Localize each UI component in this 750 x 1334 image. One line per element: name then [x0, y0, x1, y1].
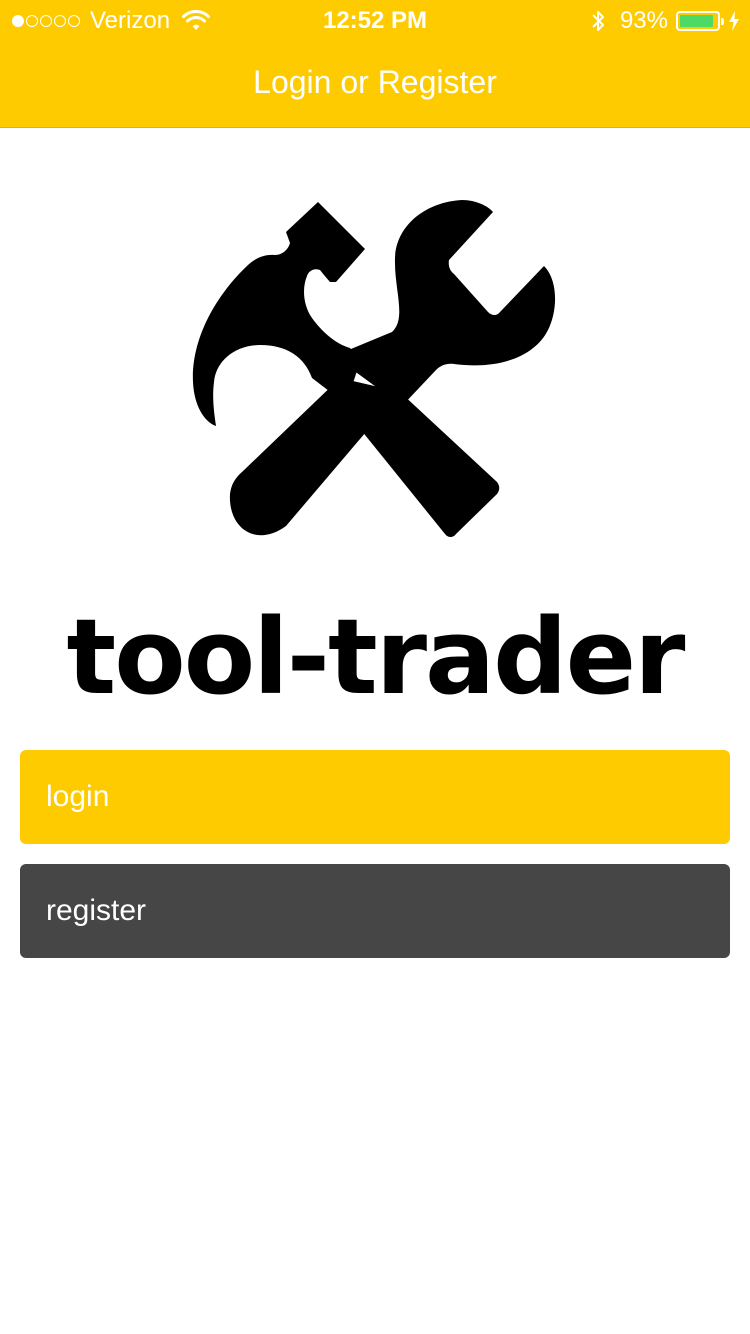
hammer-wrench-icon — [192, 200, 556, 537]
navigation-bar: Login or Register — [0, 40, 750, 128]
login-button[interactable]: login — [20, 750, 730, 844]
status-bar-right: 93% — [590, 7, 740, 35]
status-bar: Verizon 12:52 PM 93% — [0, 0, 750, 40]
battery-percent: 93% — [619, 7, 668, 34]
page-title: Login or Register — [253, 64, 497, 100]
register-button-label: register — [46, 894, 147, 927]
login-button-label: login — [46, 780, 110, 813]
register-button[interactable]: register — [20, 864, 730, 958]
charging-bolt-icon — [729, 11, 739, 31]
battery-icon — [676, 11, 724, 31]
battery-nub — [721, 18, 724, 25]
bluetooth-icon — [592, 11, 604, 31]
brand-name: tool-trader — [66, 596, 686, 718]
battery-level-fill — [680, 15, 714, 27]
